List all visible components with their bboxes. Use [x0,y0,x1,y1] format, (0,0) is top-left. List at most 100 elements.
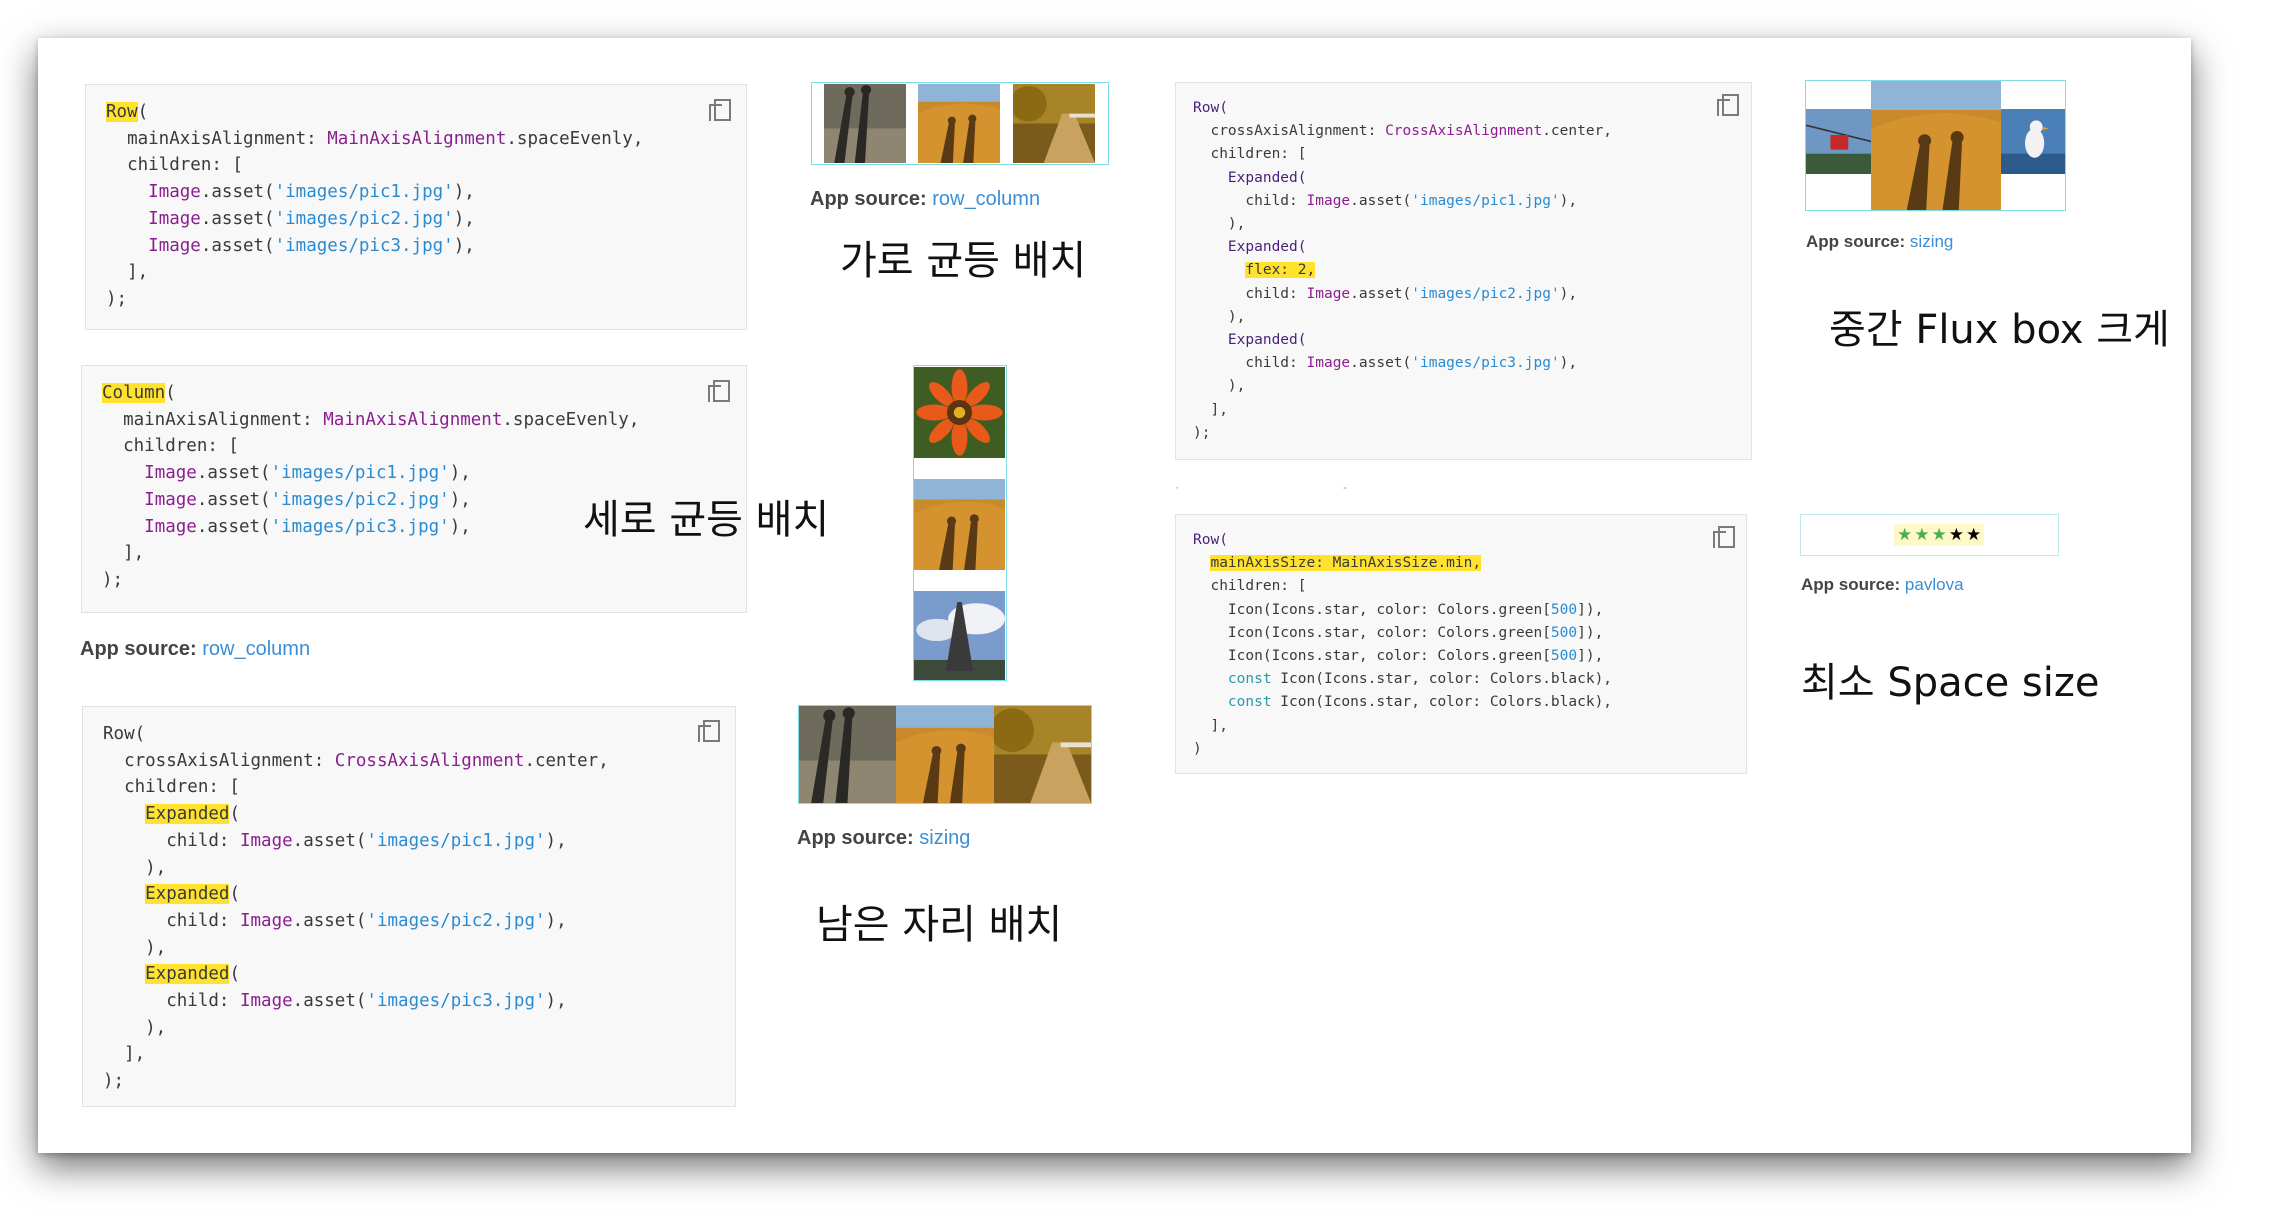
photo-shadows [824,84,906,163]
code-block-row-spaceevenly: Row( mainAxisAlignment: MainAxisAlignmen… [85,84,747,330]
star-icon: ★ [1897,525,1913,545]
code-line: ); [103,1071,125,1092]
code-line: ); [102,569,124,590]
code-line: ), [1193,216,1246,233]
code-line: ], [1193,401,1228,418]
code-line: ) [1193,740,1202,757]
code-line: Image.asset('images/pic3.jpg'), [148,235,475,256]
copy-icon[interactable] [1717,94,1739,118]
code-line: child: Image.asset('images/pic1.jpg'), [103,830,567,851]
star-icon: ★ [1966,525,1982,545]
app-source-link[interactable]: sizing [1910,232,1953,251]
caption-row-even: 가로 균등 배치 [840,238,1087,284]
copy-icon[interactable] [1713,526,1735,550]
copy-icon[interactable] [708,380,730,404]
code-line: ), [103,1017,167,1038]
app-source-row-column-2: App source: row_column [80,638,310,661]
code-line: crossAxisAlignment: CrossAxisAlignment.c… [1193,123,1613,140]
code-line: mainAxisAlignment: MainAxisAlignment.spa… [106,128,644,149]
app-source-label: App source: [797,827,914,849]
code-line: mainAxisAlignment: MainAxisAlignment.spa… [102,409,640,430]
code-line: ], [103,1044,146,1065]
photo-autumn-path [1013,84,1095,163]
app-source-label: App source: [810,188,927,210]
code-line: child: Image.asset('images/pic1.jpg'), [1193,192,1578,209]
photo-flower [914,367,1005,458]
app-source-link[interactable]: row_column [932,188,1040,210]
app-source-link[interactable]: pavlova [1905,575,1964,594]
code-line: child: Image.asset('images/pic3.jpg'), [1193,355,1578,372]
photo-cliff [896,706,994,803]
caption-flex: 중간 Flux box 크게 [1829,307,2170,353]
code-line: Row( [1193,100,1228,116]
code-line: Icon(Icons.star, color: Colors.green[500… [1193,624,1604,641]
code-line: Expanded( [145,804,240,825]
code-line: ], [1193,717,1228,734]
app-source-pavlova: App source: pavlova [1801,575,1964,595]
code-line: child: Image.asset('images/pic2.jpg'), [1193,285,1578,302]
code-line: ); [1193,424,1211,441]
code-line: ), [103,857,167,878]
code-line: Expanded( [1193,332,1307,349]
code-line: ), [1193,308,1246,325]
app-source-row-column-1: App source: row_column [810,188,1040,211]
photo-shadows [799,706,896,803]
photo-autumn-path [994,706,1091,803]
code-line: const Icon(Icons.star, color: Colors.bla… [1227,694,1613,711]
app-source-sizing-1: App source: sizing [797,827,970,850]
code-line: flex: 2, [1245,262,1316,279]
code-line: Image.asset('images/pic1.jpg'), [144,463,471,484]
app-source-link[interactable]: row_column [202,638,310,660]
photo-cliff [1871,81,2001,210]
photo-cliff [918,84,1000,163]
app-source-link[interactable]: sizing [919,827,970,849]
app-source-label: App source: [80,638,197,660]
code-line: ], [106,262,149,283]
code-line: child: Image.asset('images/pic2.jpg'), [103,910,567,931]
copy-icon[interactable] [709,99,731,123]
code-block-row-min: Row( mainAxisSize: MainAxisSize.min, chi… [1175,514,1747,774]
code-line: ); [106,288,128,309]
code-block-row-expanded: Row( crossAxisAlignment: CrossAxisAlignm… [82,706,736,1107]
app-source-label: App source: [1801,575,1901,594]
code-line: Row( [1193,532,1228,548]
copy-icon[interactable] [698,720,720,744]
code-line: ), [103,937,167,958]
code-line: const Icon(Icons.star, color: Colors.bla… [1227,671,1613,688]
star-icon: ★ [1931,525,1947,545]
code-line: Expanded( [145,884,240,905]
code-line: child: Image.asset('images/pic3.jpg'), [103,991,567,1012]
code-line: children: [ [1193,146,1307,163]
divider-dots: · [1175,480,1179,494]
code-line: mainAxisSize: MainAxisSize.min, [1210,555,1482,572]
photo-cliff [914,479,1005,570]
photo-seagull [2001,109,2065,174]
code-line: Row( [106,102,149,122]
photo-cable-car [1806,109,1871,174]
star-row: ★ ★ ★ ★ ★ [1894,524,1985,546]
code-line: children: [ [102,436,239,457]
caption-expanded: 남은 자리 배치 [816,902,1063,948]
code-block-row-flex: Row( crossAxisAlignment: CrossAxisAlignm… [1175,82,1752,460]
app-source-label: App source: [1806,232,1906,251]
code-line: Column( [102,383,176,403]
code-line: crossAxisAlignment: CrossAxisAlignment.c… [103,750,609,771]
star-icon: ★ [1948,525,1964,545]
code-line: Expanded( [1193,239,1307,256]
star-icon: ★ [1914,525,1930,545]
code-line: Expanded( [1193,169,1307,186]
code-line: Image.asset('images/pic2.jpg'), [148,208,475,229]
caption-min: 최소 Space size [1801,660,2100,706]
code-line: children: [ [103,777,240,798]
app-source-sizing-2: App source: sizing [1806,232,1953,252]
code-line: Icon(Icons.star, color: Colors.green[500… [1193,601,1604,618]
code-line: Row( [103,724,146,744]
code-line: Expanded( [145,964,240,985]
code-line: children: [ [1193,578,1307,595]
photo-eiffel [914,591,1005,680]
caption-column-even: 세로 균등 배치 [583,497,830,543]
code-line: Icon(Icons.star, color: Colors.green[500… [1193,648,1604,665]
code-line: ), [1193,378,1246,395]
divider-dots: - [1343,480,1347,494]
code-line: Image.asset('images/pic1.jpg'), [148,182,475,203]
